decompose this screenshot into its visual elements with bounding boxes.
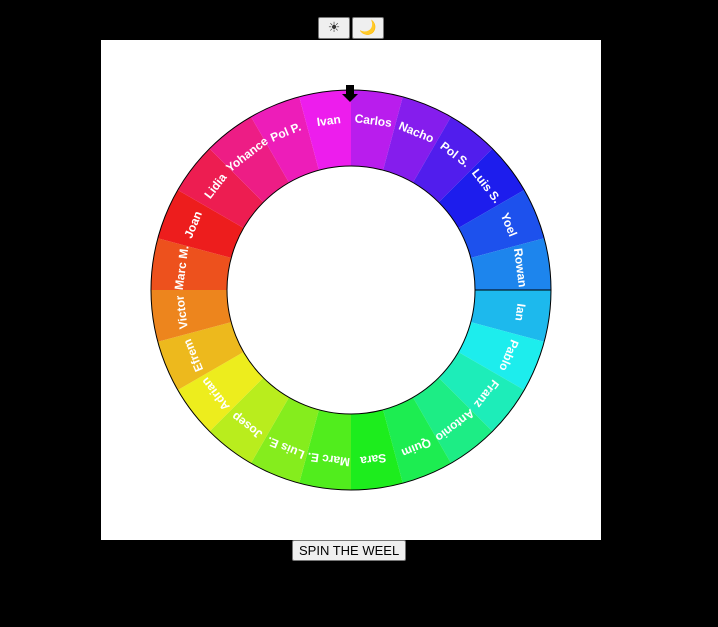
slice-label: Ian [512, 303, 528, 322]
dark-theme-button[interactable]: 🌙 [352, 17, 384, 39]
wheel: Carlos NachoPol S.Luis S.YoelRowanIanPabl… [150, 85, 552, 491]
light-theme-button[interactable]: ☀ [318, 17, 350, 39]
spin-button[interactable]: SPIN THE WEEL [292, 540, 407, 561]
sun-icon: ☀ [327, 20, 341, 36]
wheel-canvas: Carlos Nacho Pol S. Luis S. Yoel Rowan Ian Pabl… [101, 40, 601, 540]
moon-icon: 🌙 [359, 20, 377, 36]
